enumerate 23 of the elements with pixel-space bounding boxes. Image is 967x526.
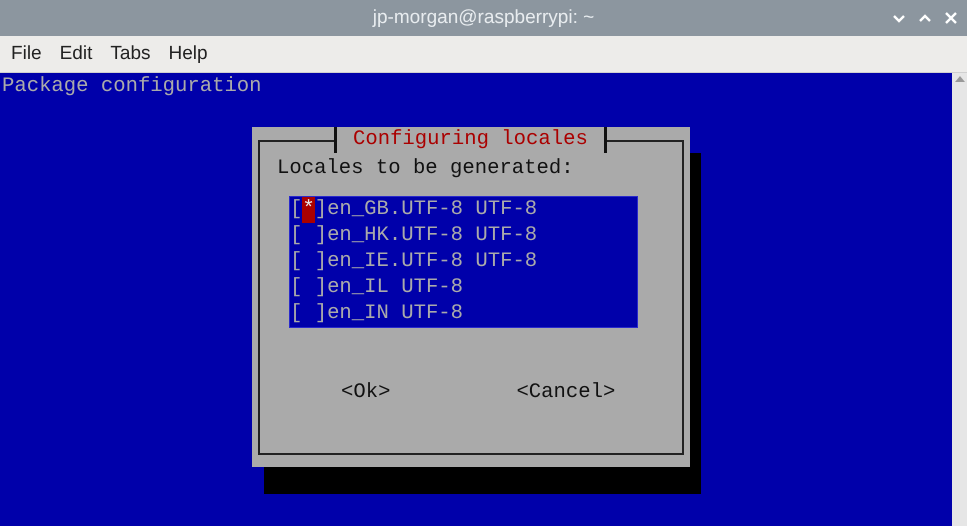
menu-item[interactable]: Tabs — [101, 40, 160, 68]
dialog-button[interactable]: <Cancel> — [516, 380, 616, 406]
locale-label[interactable]: en_HK.UTF-8 UTF-8 — [327, 223, 538, 249]
dialog-title: Configuring locales — [334, 127, 607, 153]
locale-label[interactable]: en_IL UTF-8 — [327, 275, 464, 301]
terminal-header: Package configuration — [1, 74, 262, 100]
menu-item[interactable]: Edit — [50, 40, 102, 68]
checkbox[interactable]: [ ] — [290, 223, 328, 249]
menu-item[interactable]: Help — [160, 40, 217, 68]
locale-label[interactable]: en_GB.UTF-8 UTF-8 — [327, 197, 538, 223]
dialog-prompt: Locales to be generated: — [277, 156, 574, 182]
window-title: jp-morgan@raspberrypi: ~ — [372, 6, 594, 30]
checkbox[interactable]: [ ] — [290, 249, 328, 275]
checkbox[interactable]: [ ] — [290, 275, 328, 301]
checkbox[interactable]: [ ] — [290, 301, 328, 327]
scroll-up-icon[interactable] — [954, 76, 964, 82]
close-icon[interactable] — [943, 10, 959, 26]
menu-item[interactable]: File — [2, 40, 51, 68]
checkbox[interactable]: [*] — [290, 197, 328, 223]
scrollbar[interactable] — [952, 73, 967, 526]
locale-label[interactable]: en_IE.UTF-8 UTF-8 — [327, 249, 538, 275]
locale-label[interactable]: en_IN UTF-8 — [327, 301, 464, 327]
dialog-button[interactable]: <Ok> — [341, 380, 390, 406]
